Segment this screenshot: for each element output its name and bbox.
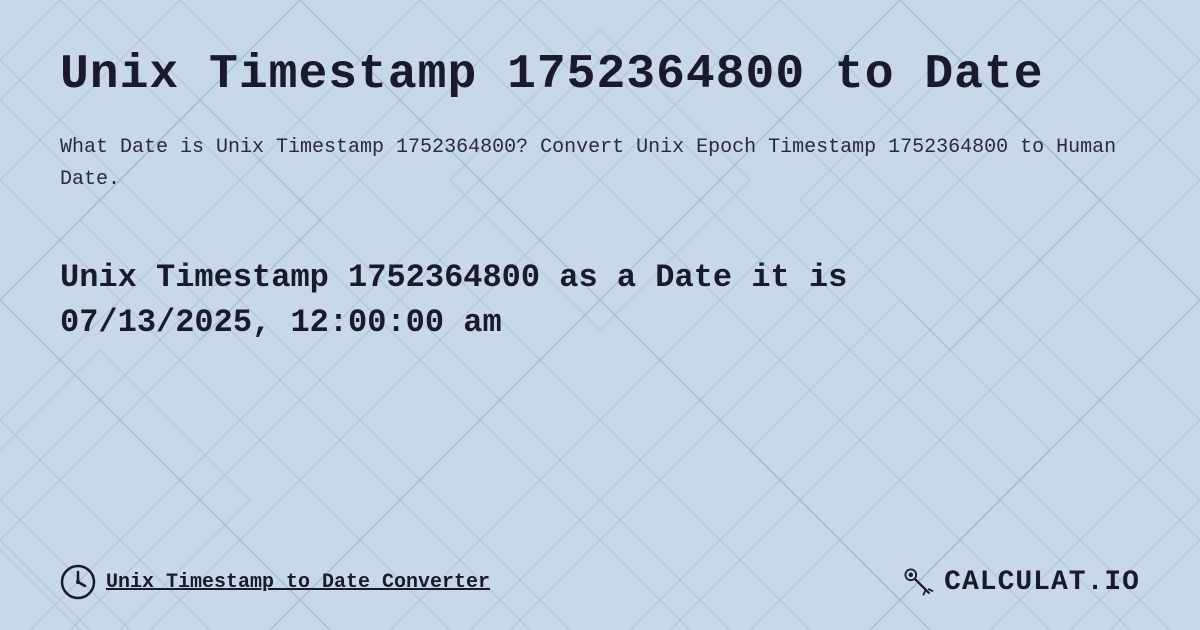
result-line2: 07/13/2025, 12:00:00 am <box>60 304 502 341</box>
footer-left: Unix Timestamp to Date Converter <box>60 564 490 600</box>
result-line1: Unix Timestamp 1752364800 as a Date it i… <box>60 259 847 296</box>
footer-link-text[interactable]: Unix Timestamp to Date Converter <box>106 571 490 594</box>
page-description: What Date is Unix Timestamp 1752364800? … <box>60 132 1140 196</box>
footer: Unix Timestamp to Date Converter CALCULA… <box>60 544 1140 600</box>
result-text: Unix Timestamp 1752364800 as a Date it i… <box>60 256 1140 346</box>
clock-icon <box>60 564 96 600</box>
result-section: Unix Timestamp 1752364800 as a Date it i… <box>60 256 1140 346</box>
page-title: Unix Timestamp 1752364800 to Date <box>60 48 1140 102</box>
calculatio-icon <box>900 564 936 600</box>
logo-text: CALCULAT.IO <box>944 567 1140 598</box>
logo-section: CALCULAT.IO <box>900 564 1140 600</box>
